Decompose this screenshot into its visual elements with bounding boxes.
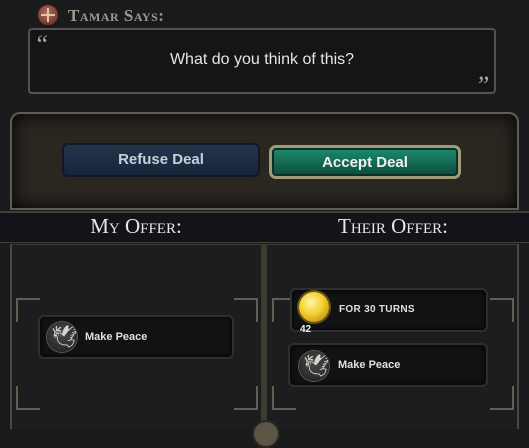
panel-divider (262, 244, 266, 429)
offer-item-label: Make Peace (85, 331, 148, 343)
corner-ornament (490, 386, 514, 410)
corner-ornament (272, 386, 296, 410)
dialog-text: What do you think of this? (169, 51, 355, 68)
corner-ornament (490, 298, 514, 322)
dove-icon: 🕊 (299, 351, 329, 381)
my-offer-title: My Offer: (90, 214, 182, 238)
dove-icon: 🕊 (47, 322, 77, 352)
corner-ornament (16, 298, 40, 322)
gold-coin-icon (299, 292, 329, 322)
their-offer-title: Their Offer: (338, 214, 448, 238)
refuse-deal-button[interactable]: Refuse Deal (62, 143, 260, 177)
speaker-name: Tamar Says: (68, 6, 165, 25)
accept-deal-button[interactable]: Accept Deal (269, 145, 461, 179)
divider-knob (252, 420, 280, 448)
their-offer-panel (266, 244, 519, 429)
corner-ornament (16, 386, 40, 410)
offer-item-label: For 30 Turns (339, 304, 415, 315)
offer-item-label: Make Peace (338, 359, 401, 371)
corner-ornament (234, 298, 258, 322)
civ-emblem-icon (38, 5, 58, 25)
close-quote-icon: ” (475, 71, 490, 100)
corner-ornament (234, 386, 258, 410)
gold-amount: 42 (300, 324, 312, 335)
